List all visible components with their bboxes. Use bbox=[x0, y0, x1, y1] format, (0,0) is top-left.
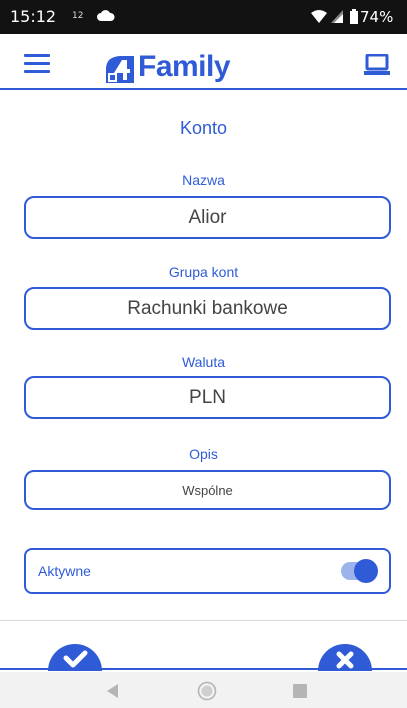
app-header: Family bbox=[0, 34, 407, 90]
status-bar: 15:12 12 74% bbox=[0, 0, 407, 34]
check-icon[interactable] bbox=[48, 635, 102, 671]
page-title: Konto bbox=[179, 118, 228, 138]
active-row: Aktywne bbox=[24, 548, 391, 594]
wifi-icon bbox=[311, 10, 327, 23]
cloud-icon bbox=[97, 10, 115, 21]
toggle-knob bbox=[354, 559, 378, 583]
currency-label: Waluta bbox=[181, 354, 226, 370]
name-field[interactable]: Alior bbox=[24, 196, 391, 239]
battery-percent: 74% bbox=[360, 8, 394, 26]
status-time: 15:12 bbox=[10, 7, 57, 26]
hamburger-icon[interactable] bbox=[24, 54, 50, 74]
brand-name: Family bbox=[138, 50, 231, 83]
description-field[interactable]: Wspólne bbox=[24, 470, 391, 510]
home-icon[interactable] bbox=[197, 681, 217, 701]
desktop-icon[interactable] bbox=[364, 54, 390, 76]
close-icon[interactable] bbox=[318, 635, 372, 671]
group-label: Grupa kont bbox=[168, 264, 239, 280]
active-toggle[interactable] bbox=[341, 559, 378, 583]
notification-count: 12 bbox=[72, 11, 84, 21]
account-group-field[interactable]: Rachunki bankowe bbox=[24, 287, 391, 330]
battery-icon bbox=[350, 9, 358, 24]
recents-icon[interactable] bbox=[293, 684, 307, 698]
action-bar bbox=[0, 620, 407, 671]
signal-icon bbox=[331, 10, 343, 23]
back-icon[interactable] bbox=[106, 684, 120, 698]
currency-field[interactable]: PLN bbox=[24, 376, 391, 419]
logo-mark-icon bbox=[106, 56, 134, 83]
active-label: Aktywne bbox=[38, 563, 91, 579]
system-nav-bar bbox=[0, 672, 407, 708]
description-label: Opis bbox=[189, 446, 218, 462]
app-logo: Family bbox=[100, 49, 250, 87]
name-label: Nazwa bbox=[182, 172, 225, 188]
